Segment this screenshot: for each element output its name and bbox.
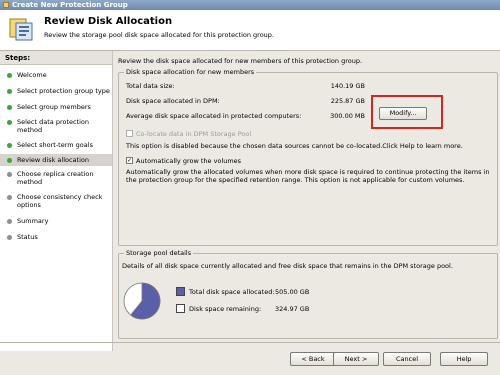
steps-sidebar: Steps: Welcome Select protection group t… xyxy=(0,51,113,351)
step-pending-icon xyxy=(7,235,12,240)
wizard-header: Review Disk Allocation Review the storag… xyxy=(0,10,500,51)
step-label: Status xyxy=(17,233,38,241)
next-button[interactable]: Next > xyxy=(333,352,379,366)
help-button[interactable]: Help xyxy=(440,352,488,366)
colocate-note: This option is disabled because the chos… xyxy=(126,142,463,150)
allocated-value: 505.00 GB xyxy=(275,288,310,296)
avg-allocated-value: 300.00 MB xyxy=(330,112,365,120)
step-current-icon xyxy=(7,158,12,163)
steps-heading: Steps: xyxy=(0,51,112,65)
step-label: Choose consistency check options xyxy=(17,193,103,209)
autogrow-label: Automatically grow the volumes xyxy=(136,157,242,165)
wizard-window: Create New Protection Group Review Disk … xyxy=(0,0,500,375)
step-label: Select short-term goals xyxy=(17,141,93,149)
remaining-value: 324.97 GB xyxy=(275,305,310,313)
step-protection-method[interactable]: Select data protection method xyxy=(0,118,112,134)
step-done-icon xyxy=(7,120,12,125)
dpm-allocated-value: 225.87 GB xyxy=(330,97,365,105)
storage-pool-description: Details of all disk space currently allo… xyxy=(122,262,453,270)
title-bar: Create New Protection Group xyxy=(0,0,500,10)
dpm-allocated-label: Disk space allocated in DPM: xyxy=(126,97,220,105)
page-title: Review Disk Allocation xyxy=(44,16,173,27)
colocate-checkbox[interactable] xyxy=(126,130,133,137)
step-done-icon xyxy=(7,73,12,78)
page-subtitle: Review the storage pool disk space alloc… xyxy=(44,31,274,39)
protection-group-icon xyxy=(9,18,33,41)
modify-button[interactable]: Modify... xyxy=(379,107,427,120)
step-short-term-goals[interactable]: Select short-term goals xyxy=(0,141,112,149)
step-label: Select protection group type xyxy=(17,87,110,95)
remaining-legend-swatch xyxy=(176,304,185,313)
avg-allocated-label: Average disk space allocated in protecte… xyxy=(126,112,302,120)
allocation-group: Disk space allocation for new members To… xyxy=(118,68,498,246)
footer-divider xyxy=(0,342,500,343)
step-pending-icon xyxy=(7,219,12,224)
back-button[interactable]: < Back xyxy=(290,352,336,366)
storage-pie-chart xyxy=(123,282,161,320)
step-replica-creation[interactable]: Choose replica creation method xyxy=(0,170,112,186)
step-pending-icon xyxy=(7,172,12,177)
allocation-group-label: Disk space allocation for new members xyxy=(124,68,257,76)
step-label: Welcome xyxy=(17,71,47,79)
step-done-icon xyxy=(7,143,12,148)
step-select-group-type[interactable]: Select protection group type xyxy=(0,87,112,95)
step-label: Select data protection method xyxy=(17,118,90,134)
storage-pool-group-label: Storage pool details xyxy=(124,249,194,257)
intro-text: Review the disk space allocated for new … xyxy=(118,57,363,65)
step-label: Summary xyxy=(17,217,49,225)
step-label: Choose replica creation method xyxy=(17,170,94,186)
step-review-disk-allocation[interactable]: Review disk allocation xyxy=(0,154,112,166)
total-size-value: 140.19 GB xyxy=(330,82,365,90)
step-select-members[interactable]: Select group members xyxy=(0,103,112,111)
autogrow-description: Automatically grow the allocated volumes… xyxy=(126,168,490,184)
total-size-label: Total data size: xyxy=(126,82,175,90)
step-status[interactable]: Status xyxy=(0,233,112,241)
remaining-label: Disk space remaining: xyxy=(189,305,262,313)
step-label: Select group members xyxy=(17,103,91,111)
step-summary[interactable]: Summary xyxy=(0,217,112,225)
cancel-button[interactable]: Cancel xyxy=(383,352,431,366)
storage-pool-group: Storage pool details Details of all disk… xyxy=(118,249,498,339)
window-title: Create New Protection Group xyxy=(12,1,128,9)
step-consistency-check[interactable]: Choose consistency check options xyxy=(0,193,112,209)
step-pending-icon xyxy=(7,195,12,200)
step-welcome[interactable]: Welcome xyxy=(0,71,112,79)
step-done-icon xyxy=(7,105,12,110)
app-icon xyxy=(3,2,9,8)
step-done-icon xyxy=(7,89,12,94)
allocated-legend-swatch xyxy=(176,287,185,296)
step-label: Review disk allocation xyxy=(17,156,89,164)
autogrow-checkbox[interactable]: ✓ xyxy=(126,157,133,164)
colocate-label: Co-locate data in DPM Storage Pool xyxy=(136,130,252,138)
allocated-label: Total disk space allocated: xyxy=(189,288,275,296)
